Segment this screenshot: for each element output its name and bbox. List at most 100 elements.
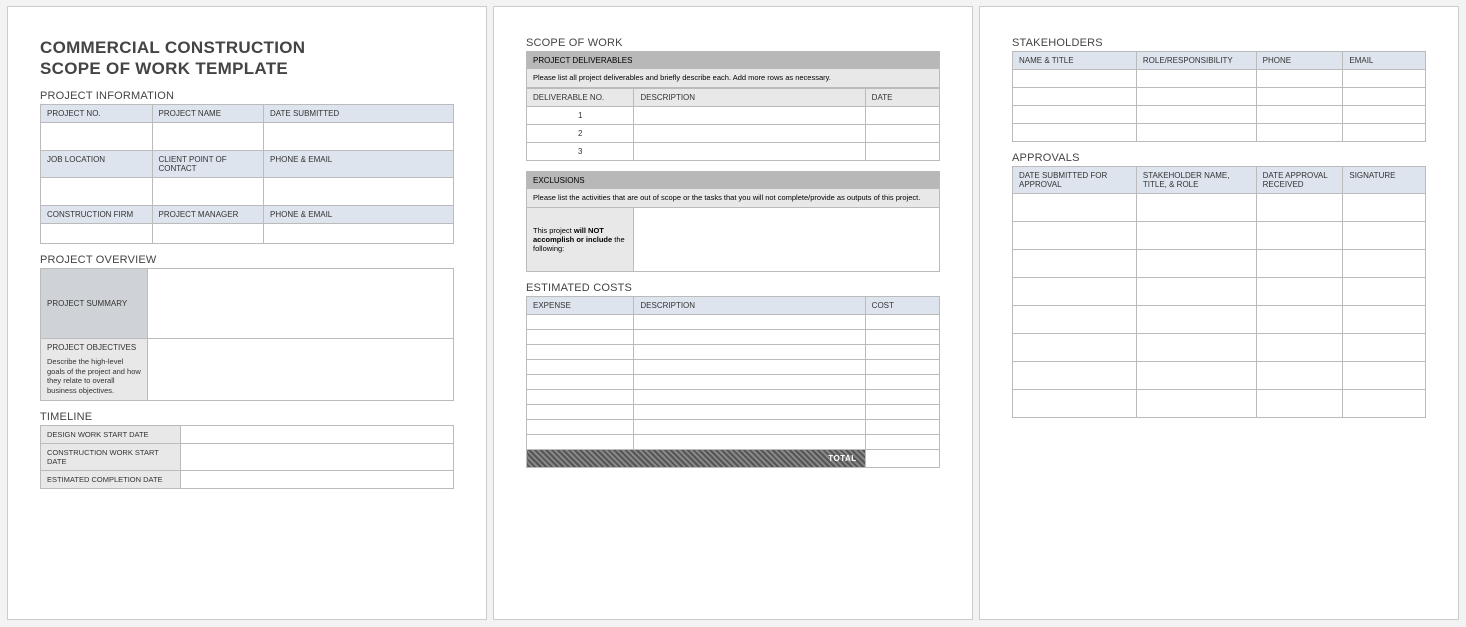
appr-name-8[interactable] <box>1136 390 1256 418</box>
deliv-desc-2[interactable] <box>634 124 865 142</box>
exclusions-side-label: This project will NOT accomplish or incl… <box>527 208 634 271</box>
stake-phone-4[interactable] <box>1256 124 1343 142</box>
cost-val-5[interactable] <box>865 374 939 389</box>
input-date-submitted[interactable] <box>264 122 454 150</box>
input-completion-date[interactable] <box>181 470 454 488</box>
appr-date-8[interactable] <box>1013 390 1137 418</box>
cost-val-4[interactable] <box>865 359 939 374</box>
cost-desc-8[interactable] <box>634 419 865 434</box>
cost-expense-8[interactable] <box>527 419 634 434</box>
input-client-contact[interactable] <box>152 177 264 205</box>
cost-val-1[interactable] <box>865 314 939 329</box>
appr-name-4[interactable] <box>1136 278 1256 306</box>
stake-role-4[interactable] <box>1136 124 1256 142</box>
cost-desc-3[interactable] <box>634 344 865 359</box>
appr-date-3[interactable] <box>1013 250 1137 278</box>
appr-recv-6[interactable] <box>1256 334 1343 362</box>
input-design-start[interactable] <box>181 425 454 443</box>
stake-phone-1[interactable] <box>1256 70 1343 88</box>
appr-date-4[interactable] <box>1013 278 1137 306</box>
appr-recv-3[interactable] <box>1256 250 1343 278</box>
appr-recv-8[interactable] <box>1256 390 1343 418</box>
appr-recv-7[interactable] <box>1256 362 1343 390</box>
input-construction-firm[interactable] <box>41 223 153 243</box>
appr-sig-2[interactable] <box>1343 222 1426 250</box>
input-project-name[interactable] <box>152 122 264 150</box>
cost-desc-7[interactable] <box>634 404 865 419</box>
cost-desc-2[interactable] <box>634 329 865 344</box>
appr-name-2[interactable] <box>1136 222 1256 250</box>
appr-recv-5[interactable] <box>1256 306 1343 334</box>
appr-sig-7[interactable] <box>1343 362 1426 390</box>
cost-expense-1[interactable] <box>527 314 634 329</box>
deliverables-note: Please list all project deliverables and… <box>526 69 940 88</box>
appr-date-2[interactable] <box>1013 222 1137 250</box>
input-project-summary[interactable] <box>148 268 454 338</box>
stake-email-4[interactable] <box>1343 124 1426 142</box>
appr-name-5[interactable] <box>1136 306 1256 334</box>
appr-name-1[interactable] <box>1136 194 1256 222</box>
cost-desc-1[interactable] <box>634 314 865 329</box>
stake-email-1[interactable] <box>1343 70 1426 88</box>
cost-val-8[interactable] <box>865 419 939 434</box>
cost-val-7[interactable] <box>865 404 939 419</box>
cost-val-3[interactable] <box>865 344 939 359</box>
stake-name-1[interactable] <box>1013 70 1137 88</box>
deliv-no-3: 3 <box>527 142 634 160</box>
total-value[interactable] <box>865 449 939 467</box>
appr-date-6[interactable] <box>1013 334 1137 362</box>
cost-expense-3[interactable] <box>527 344 634 359</box>
deliv-date-3[interactable] <box>865 142 939 160</box>
input-project-objectives[interactable] <box>148 338 454 400</box>
deliv-date-2[interactable] <box>865 124 939 142</box>
cost-expense-5[interactable] <box>527 374 634 389</box>
appr-sig-4[interactable] <box>1343 278 1426 306</box>
stake-email-3[interactable] <box>1343 106 1426 124</box>
appr-sig-3[interactable] <box>1343 250 1426 278</box>
appr-sig-6[interactable] <box>1343 334 1426 362</box>
appr-name-6[interactable] <box>1136 334 1256 362</box>
deliv-desc-3[interactable] <box>634 142 865 160</box>
cost-desc-6[interactable] <box>634 389 865 404</box>
appr-recv-2[interactable] <box>1256 222 1343 250</box>
input-project-no[interactable] <box>41 122 153 150</box>
input-phone-email-1[interactable] <box>264 177 454 205</box>
appr-recv-4[interactable] <box>1256 278 1343 306</box>
appr-name-3[interactable] <box>1136 250 1256 278</box>
cost-desc-5[interactable] <box>634 374 865 389</box>
stake-role-3[interactable] <box>1136 106 1256 124</box>
input-construction-start[interactable] <box>181 443 454 470</box>
cost-val-2[interactable] <box>865 329 939 344</box>
appr-recv-1[interactable] <box>1256 194 1343 222</box>
cost-expense-6[interactable] <box>527 389 634 404</box>
cost-expense-7[interactable] <box>527 404 634 419</box>
appr-sig-1[interactable] <box>1343 194 1426 222</box>
appr-date-1[interactable] <box>1013 194 1137 222</box>
stake-phone-3[interactable] <box>1256 106 1343 124</box>
appr-date-5[interactable] <box>1013 306 1137 334</box>
deliv-date-1[interactable] <box>865 106 939 124</box>
cost-desc-4[interactable] <box>634 359 865 374</box>
stake-name-3[interactable] <box>1013 106 1137 124</box>
input-project-manager[interactable] <box>152 223 264 243</box>
cost-val-9[interactable] <box>865 434 939 449</box>
stake-role-1[interactable] <box>1136 70 1256 88</box>
stake-name-4[interactable] <box>1013 124 1137 142</box>
stake-name-2[interactable] <box>1013 88 1137 106</box>
appr-sig-8[interactable] <box>1343 390 1426 418</box>
stake-phone-2[interactable] <box>1256 88 1343 106</box>
deliv-desc-1[interactable] <box>634 106 865 124</box>
cost-expense-9[interactable] <box>527 434 634 449</box>
appr-sig-5[interactable] <box>1343 306 1426 334</box>
cost-expense-2[interactable] <box>527 329 634 344</box>
cost-desc-9[interactable] <box>634 434 865 449</box>
input-job-location[interactable] <box>41 177 153 205</box>
stake-role-2[interactable] <box>1136 88 1256 106</box>
appr-name-7[interactable] <box>1136 362 1256 390</box>
cost-expense-4[interactable] <box>527 359 634 374</box>
appr-date-7[interactable] <box>1013 362 1137 390</box>
input-phone-email-2[interactable] <box>264 223 454 243</box>
stake-email-2[interactable] <box>1343 88 1426 106</box>
exclusions-input[interactable] <box>634 208 939 271</box>
cost-val-6[interactable] <box>865 389 939 404</box>
